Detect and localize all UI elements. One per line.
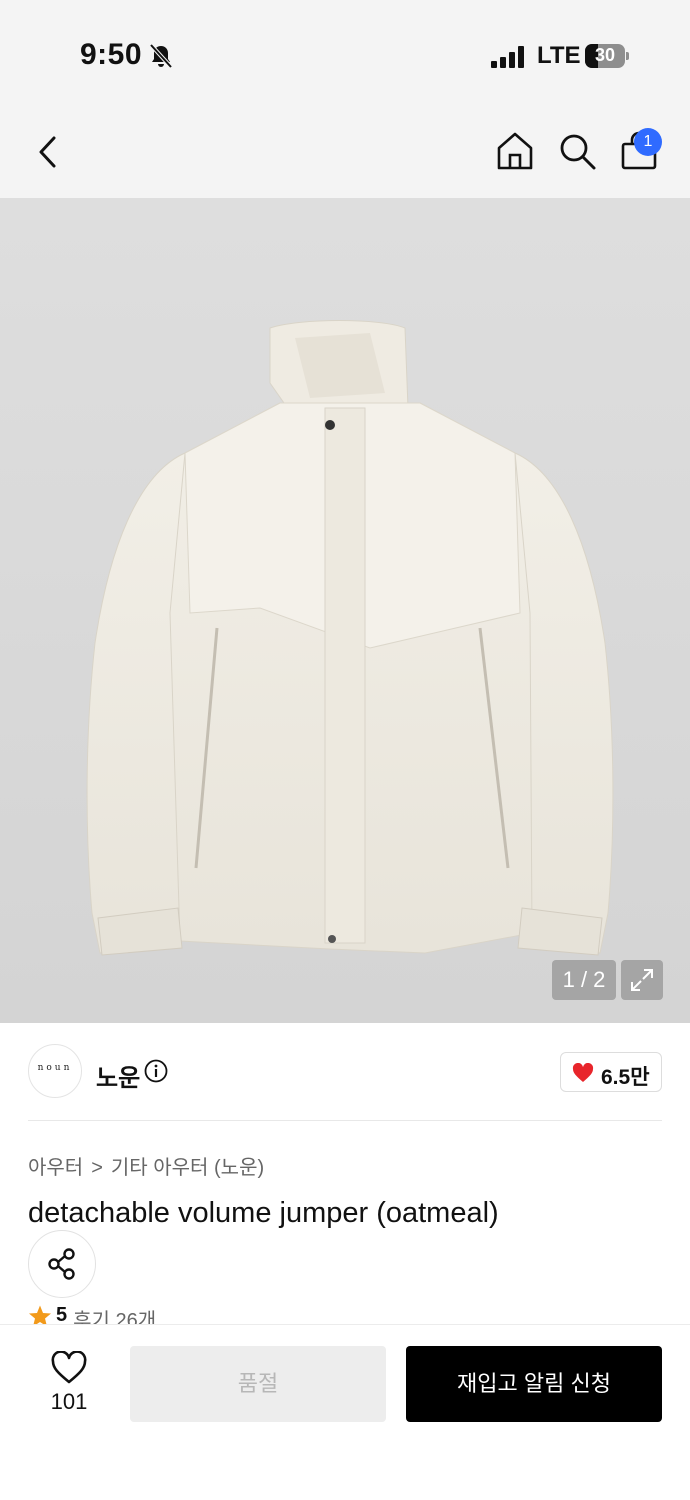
product-image-gallery[interactable]: 1 / 2	[0, 198, 690, 1023]
breadcrumb-item-outer[interactable]: 아우터	[28, 1157, 83, 1179]
status-bar: 9:50 LTE 30	[0, 0, 690, 110]
breadcrumb-item-other-outer[interactable]: 기타 아우터 (노운)	[111, 1157, 264, 1179]
soldout-button: 품절	[130, 1346, 386, 1422]
status-time: 9:50	[80, 38, 143, 71]
heart-filled-icon	[572, 1063, 594, 1082]
info-icon[interactable]	[144, 1059, 168, 1083]
product-image[interactable]	[70, 313, 630, 968]
divider	[28, 1120, 662, 1121]
restock-alert-button[interactable]: 재입고 알림 신청	[406, 1346, 662, 1422]
bell-slash-icon	[149, 43, 173, 69]
share-icon	[48, 1248, 75, 1280]
back-arrow-icon[interactable]	[30, 132, 66, 172]
share-button[interactable]	[28, 1230, 96, 1298]
breadcrumb: 아우터 > 기타 아우터 (노운)	[28, 1151, 264, 1180]
brand-logo[interactable]: noun	[28, 1044, 82, 1098]
cart-badge: 1	[634, 128, 662, 156]
home-icon[interactable]	[494, 130, 536, 172]
brand-like-count: 6.5만	[601, 1066, 650, 1089]
product-title: detachable volume jumper (oatmeal)	[28, 1197, 499, 1229]
brand-like-button[interactable]: 6.5만	[560, 1052, 662, 1092]
breadcrumb-separator: >	[91, 1157, 103, 1179]
rating-value: 5	[56, 1304, 68, 1326]
wish-count: 101	[50, 1389, 88, 1414]
bottom-action-bar: 101 품절 재입고 알림 신청	[0, 1324, 690, 1500]
battery-icon: 30	[585, 44, 629, 68]
expand-icon[interactable]	[621, 960, 663, 1000]
top-nav-bar: 1	[0, 110, 690, 198]
battery-level: 30	[594, 45, 616, 65]
brand-name[interactable]: 노운	[96, 1058, 140, 1093]
heart-outline-icon[interactable]	[50, 1351, 88, 1385]
search-icon[interactable]	[556, 130, 598, 172]
image-page-counter: 1 / 2	[552, 960, 616, 1000]
signal-icon	[491, 46, 524, 68]
brand-logo-text: noun	[37, 1063, 73, 1073]
brand-row: noun 노운 6.5만	[28, 1042, 662, 1102]
network-type: LTE	[537, 42, 581, 69]
